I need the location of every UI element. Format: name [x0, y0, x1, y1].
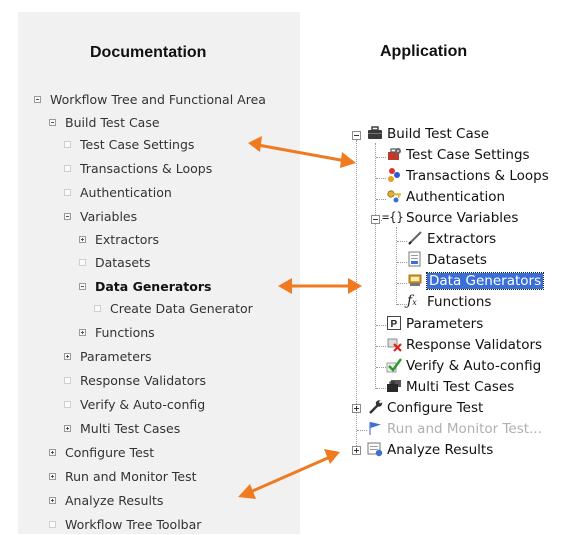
arrow-analyze-results: [238, 449, 340, 499]
arrow-data-generators: [278, 278, 362, 294]
connector-arrows: [238, 136, 362, 499]
arrow-test-case-settings: [248, 136, 356, 168]
